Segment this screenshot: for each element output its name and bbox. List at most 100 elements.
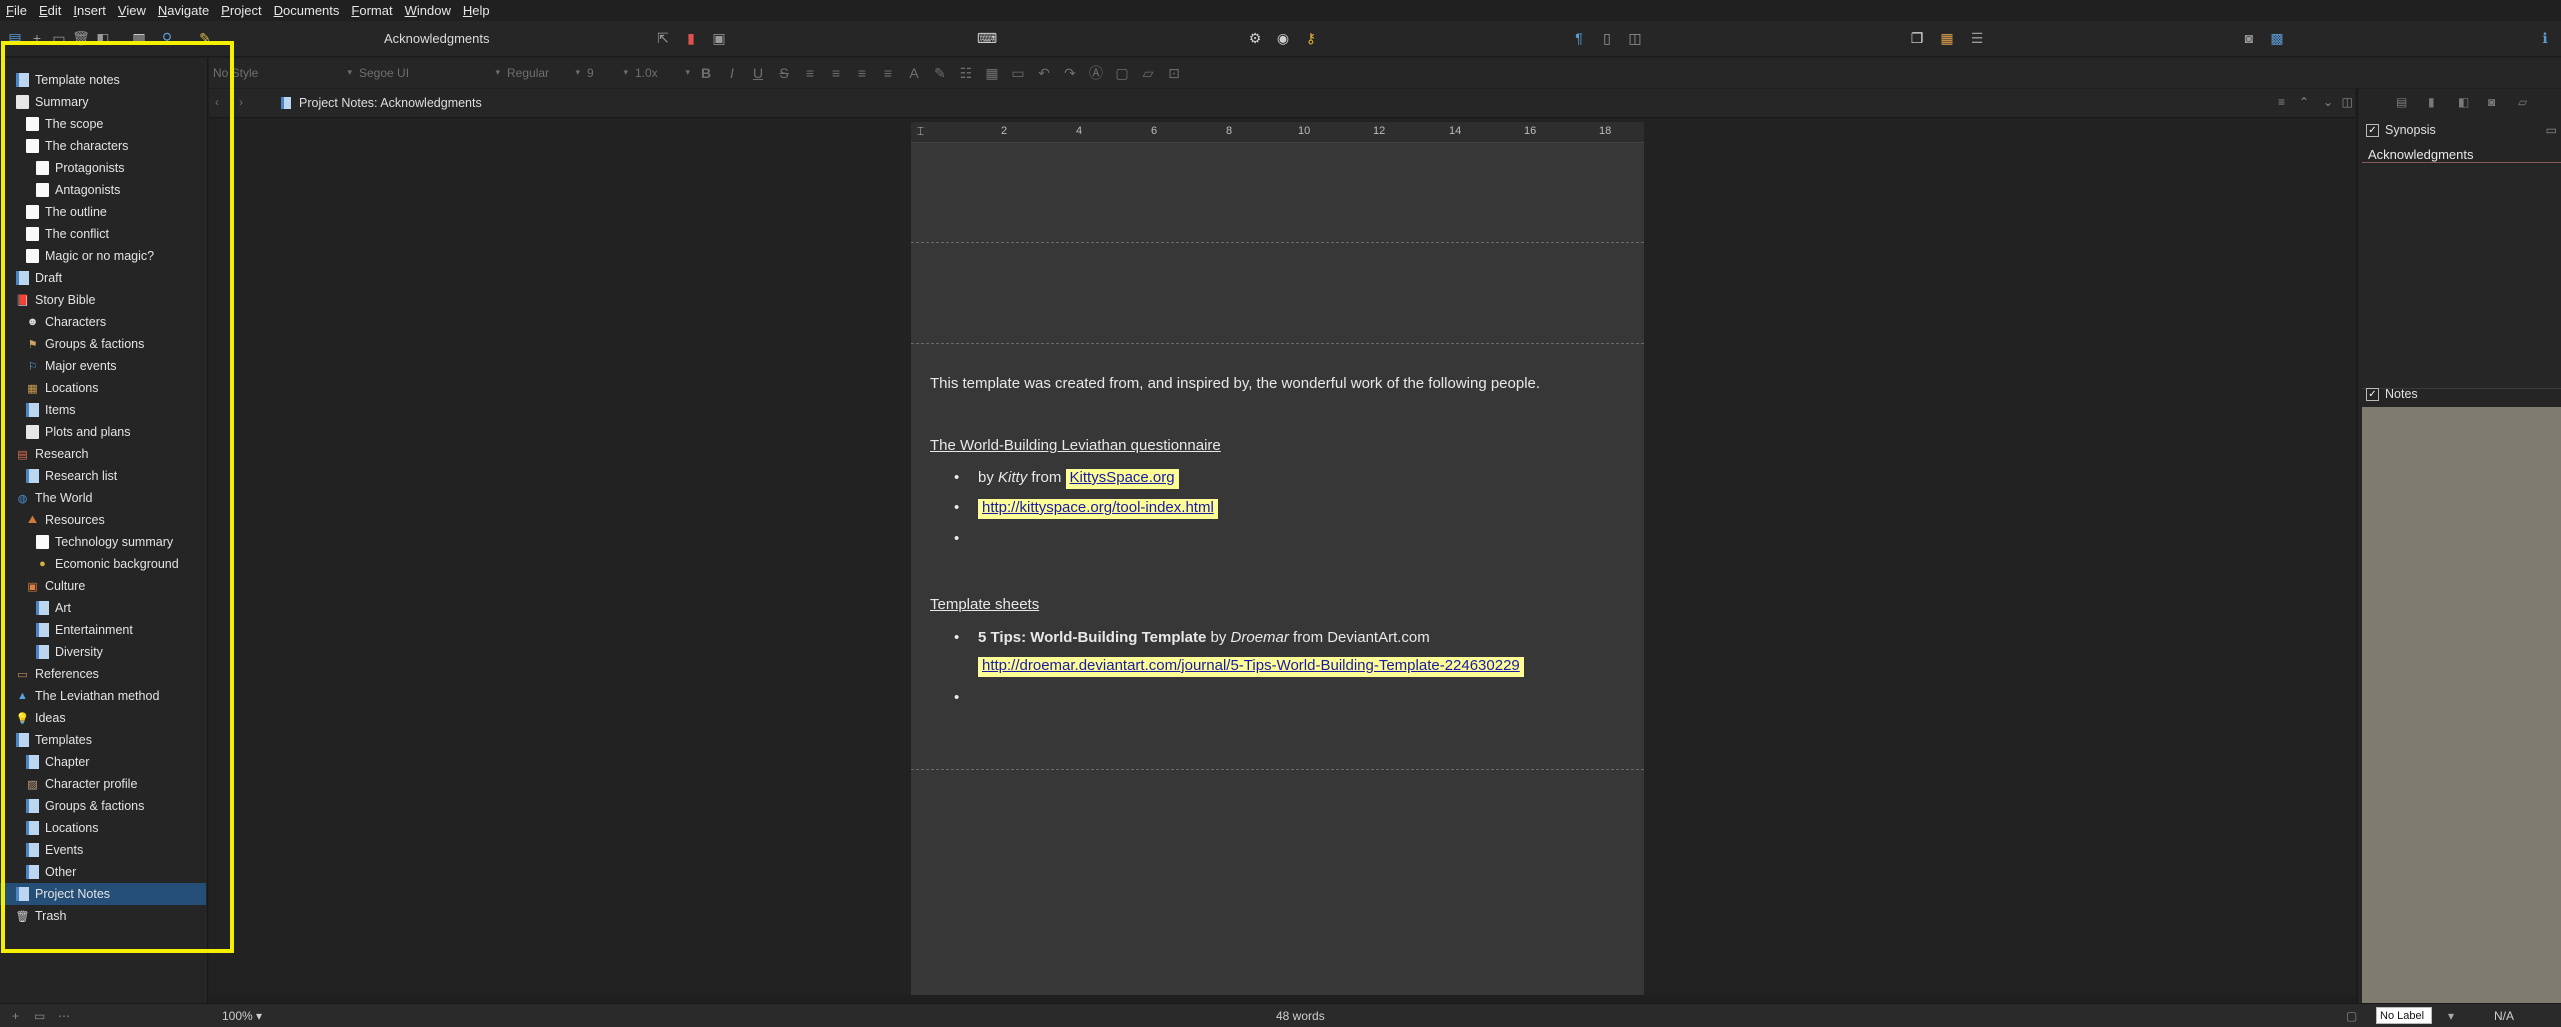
style-select[interactable]: No Style ▾	[209, 63, 355, 83]
binder-item[interactable]: ▭ References	[0, 663, 206, 685]
bold-icon[interactable]: B	[693, 65, 719, 81]
binder-item[interactable]: Chapter	[0, 751, 206, 773]
folder-add-icon[interactable]: ▭	[50, 29, 68, 47]
menu-help[interactable]: Help	[463, 0, 490, 21]
link-icon[interactable]: ⇱	[654, 29, 672, 47]
binder-item[interactable]: Items	[0, 399, 206, 421]
split-view-icon[interactable]: ◫	[1626, 29, 1644, 47]
inspector-metadata-tab-icon[interactable]: ◧	[2458, 95, 2469, 109]
synopsis-title[interactable]: Acknowledgments	[2368, 147, 2474, 162]
notes-textarea[interactable]	[2362, 407, 2561, 1003]
table-icon[interactable]: ▦	[979, 65, 1005, 82]
binder-item[interactable]: The scope	[0, 113, 206, 135]
binder-item[interactable]: The conflict	[0, 223, 206, 245]
redo-icon[interactable]: ↷	[1057, 65, 1083, 82]
binder-item[interactable]: Summary	[0, 91, 206, 113]
binder-item[interactable]: Diversity	[0, 641, 206, 663]
binder-item[interactable]: Events	[0, 839, 206, 861]
binder-item[interactable]: Locations	[0, 817, 206, 839]
indent-marker-icon[interactable]: ⌶	[917, 124, 924, 139]
notes-checkbox[interactable]: ✓	[2366, 387, 2379, 401]
target-icon[interactable]: ◉	[1274, 29, 1292, 47]
bookmark-icon[interactable]: ▮	[682, 29, 700, 47]
document-page[interactable]: This template was created from, and insp…	[911, 143, 1644, 995]
menu-view[interactable]: View	[118, 0, 146, 21]
synopsis-header[interactable]: ✓ Synopsis	[2366, 123, 2436, 137]
keyboard-icon[interactable]: ⌨	[977, 29, 997, 47]
font-select[interactable]: Segoe UI ▾	[355, 63, 503, 83]
binder-item[interactable]: Protagonists	[0, 157, 206, 179]
down-arrow-icon[interactable]: ⌄	[2323, 95, 2333, 109]
binder-item[interactable]: The outline	[0, 201, 206, 223]
menu-edit[interactable]: Edit	[39, 0, 61, 21]
binder-item[interactable]: 🗑 Trash	[0, 905, 206, 927]
quick-reference-icon[interactable]: ◧	[94, 29, 112, 47]
back-arrow-icon[interactable]: ‹	[215, 95, 219, 109]
trash-icon[interactable]: 🗑	[72, 29, 90, 47]
synopsis-image-icon[interactable]: ▭	[2546, 123, 2557, 137]
binder-item[interactable]: Antagonists	[0, 179, 206, 201]
binder-item[interactable]: ◍ The World	[0, 487, 206, 509]
notes-header[interactable]: ✓ Notes	[2366, 387, 2418, 401]
binder-item[interactable]: ▦ Locations	[0, 377, 206, 399]
annotation-icon[interactable]: Ⓐ	[1083, 63, 1109, 83]
highlight-icon[interactable]: ✎	[927, 65, 953, 82]
menu-insert[interactable]: Insert	[73, 0, 106, 21]
key-icon[interactable]: ⚷	[1302, 29, 1320, 47]
image-icon[interactable]: ▣	[710, 29, 728, 47]
status-value[interactable]: N/A	[2494, 1009, 2514, 1023]
binder-item[interactable]: Entertainment	[0, 619, 206, 641]
binder-item[interactable]: Project Notes	[0, 883, 206, 905]
settings-gear-icon[interactable]: ⚙	[1246, 29, 1264, 47]
screenshot-icon[interactable]: ⊡	[1161, 65, 1187, 82]
inspector-info-icon[interactable]: ℹ	[2536, 29, 2554, 47]
binder-item[interactable]: ▨ Character profile	[0, 773, 206, 795]
site-link[interactable]: KittysSpace.org	[1065, 469, 1179, 489]
image-insert-icon[interactable]: ▭	[1005, 65, 1031, 82]
undo-icon[interactable]: ↶	[1031, 65, 1057, 82]
collections-icon[interactable]: ▥	[130, 29, 148, 47]
split-editor-icon[interactable]: ◫	[2342, 95, 2353, 109]
binder-item[interactable]: Groups & factions	[0, 795, 206, 817]
menu-lines-icon[interactable]: ≡	[2278, 95, 2285, 109]
menu-file[interactable]: File	[6, 0, 27, 21]
label-dropdown-icon[interactable]: ▾	[2448, 1009, 2454, 1023]
compose-icon[interactable]: ✎	[196, 29, 214, 47]
text-color-icon[interactable]: A	[901, 65, 927, 81]
binder-item[interactable]: ▲ The Leviathan method	[0, 685, 206, 707]
line-spacing-select[interactable]: 1.0x ▾	[631, 63, 693, 83]
menu-documents[interactable]: Documents	[274, 0, 340, 21]
footnote-icon[interactable]: ▢	[1109, 65, 1135, 82]
folder-footer-icon[interactable]: ▭	[34, 1009, 45, 1023]
outliner-view-icon[interactable]: ☰	[1968, 29, 1986, 47]
italic-icon[interactable]: I	[719, 65, 745, 81]
menu-project[interactable]: Project	[221, 0, 261, 21]
pilcrow-icon[interactable]: ¶	[1570, 29, 1588, 47]
comment-icon[interactable]: ▱	[1135, 65, 1161, 82]
align-justify-icon[interactable]: ≡	[849, 65, 875, 81]
binder-item[interactable]: ☻ Characters	[0, 311, 206, 333]
binder-item[interactable]: 📕 Story Bible	[0, 289, 206, 311]
binder-item[interactable]: Draft	[0, 267, 206, 289]
more-footer-icon[interactable]: ⋯	[58, 1009, 70, 1023]
comments-icon[interactable]: ▩	[2268, 29, 2286, 47]
binder-item[interactable]: Technology summary	[0, 531, 206, 553]
list-icon[interactable]: ☷	[953, 65, 979, 82]
underline-icon[interactable]: U	[745, 65, 771, 81]
menu-format[interactable]: Format	[351, 0, 392, 21]
inspector-notes-tab-icon[interactable]: ▤	[2396, 95, 2407, 109]
weight-select[interactable]: Regular ▾	[503, 63, 583, 83]
zoom-select[interactable]: 100% ▾	[222, 1009, 262, 1023]
synopsis-checkbox[interactable]: ✓	[2366, 123, 2379, 137]
up-arrow-icon[interactable]: ⌃	[2299, 95, 2309, 109]
align-left-icon[interactable]: ≡	[797, 65, 823, 81]
binder-item[interactable]: ▤ Research	[0, 443, 206, 465]
strikethrough-icon[interactable]: S	[771, 65, 797, 81]
url-link[interactable]: http://kittyspace.org/tool-index.html	[978, 499, 1218, 519]
inspector-comments-tab-icon[interactable]: ▱	[2518, 95, 2527, 109]
layout-icon[interactable]: ▯	[1598, 29, 1616, 47]
binder-item[interactable]: ⚑ Groups & factions	[0, 333, 206, 355]
binder-item[interactable]: ⚐ Major events	[0, 355, 206, 377]
snapshot-icon[interactable]: ◙	[2240, 29, 2258, 47]
binder-item[interactable]: Templates	[0, 729, 206, 751]
